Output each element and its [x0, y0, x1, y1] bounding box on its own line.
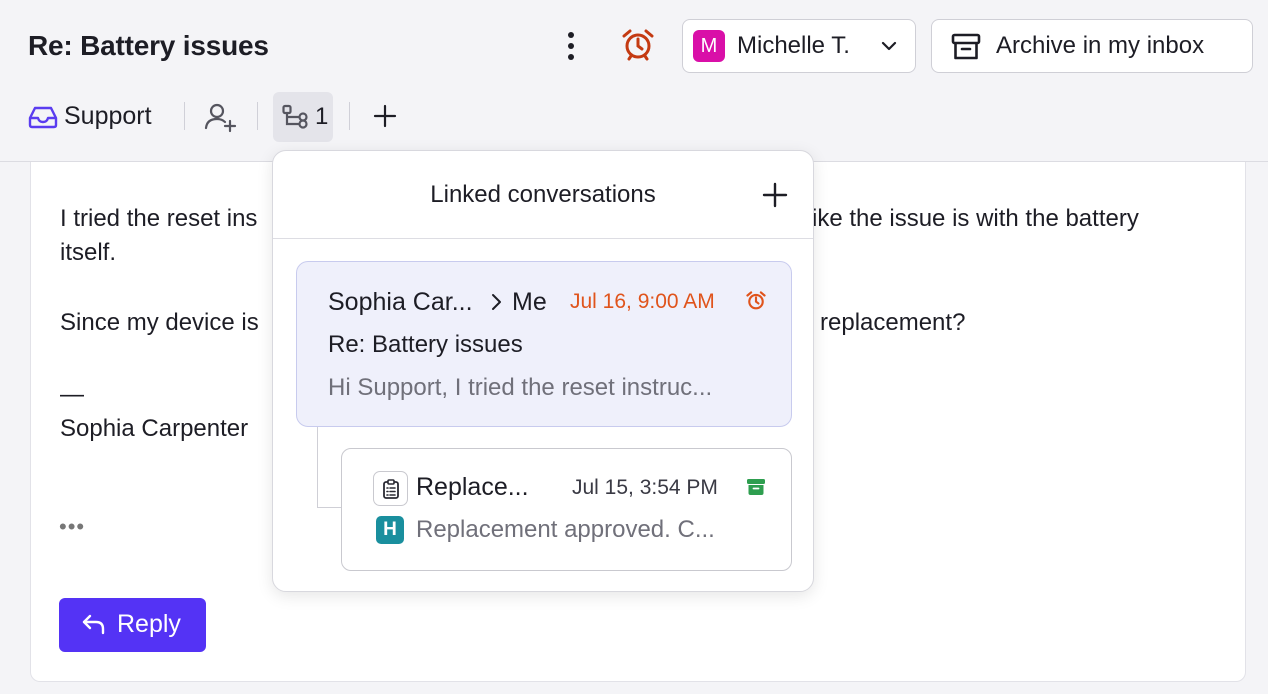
alarm-icon	[746, 291, 766, 310]
conversation-header: Re: Battery issues M Michelle T. Archive…	[0, 0, 1268, 162]
show-quoted-text-button[interactable]: •••	[59, 514, 85, 540]
assignee-name: Michelle T.	[737, 32, 850, 59]
conversation-title: Re: Battery issues	[28, 30, 269, 61]
conversation-title: Replace...	[416, 473, 529, 501]
linked-conversations-popover: Linked conversations Sophia Car... Me Ju…	[272, 150, 814, 592]
message-line: Since my device is	[60, 309, 259, 336]
popover-divider	[273, 238, 813, 239]
chevron-right-icon	[492, 294, 501, 310]
conversation-subject: Re: Battery issues	[328, 331, 523, 358]
toolbar-divider	[349, 102, 350, 130]
inbox-label: Support	[64, 102, 152, 130]
plus-icon	[373, 104, 397, 128]
assignee-avatar: M	[693, 30, 725, 62]
more-options-button[interactable]	[556, 28, 586, 64]
archive-button[interactable]: Archive in my inbox	[931, 19, 1253, 73]
conversation-preview: Hi Support, I tried the reset instruc...	[328, 374, 713, 401]
add-follower-button[interactable]	[204, 101, 238, 133]
linked-count: 1	[315, 103, 329, 130]
author-avatar: H	[376, 516, 404, 544]
toolbar-divider	[257, 102, 258, 130]
add-user-icon	[204, 103, 237, 133]
inbox-icon	[28, 106, 58, 129]
message-line: replacement?	[820, 309, 966, 336]
linked-conversation-item[interactable]: Sophia Car... Me Jul 16, 9:00 AM Re: Bat…	[296, 261, 792, 427]
conversation-date: Jul 16, 9:00 AM	[570, 290, 715, 313]
message-line: ike the issue is with the battery	[812, 205, 1139, 232]
archive-button-label: Archive in my inbox	[996, 32, 1205, 59]
message-line: itself.	[60, 239, 117, 266]
popover-title: Linked conversations	[430, 181, 656, 208]
conversation-from: Sophia Car...	[328, 288, 473, 316]
snooze-alarm-icon[interactable]	[620, 28, 658, 64]
conversation-to: Me	[512, 288, 547, 316]
conversation-preview: Replacement approved. C...	[416, 516, 715, 543]
conversation-date: Jul 15, 3:54 PM	[572, 476, 718, 499]
toolbar-divider	[184, 102, 185, 130]
assignee-dropdown[interactable]: M Michelle T.	[682, 19, 916, 73]
archive-icon	[951, 33, 981, 60]
message-line: I tried the reset ins	[60, 205, 258, 232]
reply-label: Reply	[117, 610, 181, 638]
add-link-button[interactable]	[761, 181, 789, 209]
signature-dash: —	[60, 381, 84, 408]
signature-name: Sophia Carpenter	[60, 415, 249, 442]
archived-icon	[747, 479, 765, 495]
add-button[interactable]	[370, 101, 400, 131]
chevron-down-icon	[881, 41, 897, 51]
reply-icon	[82, 614, 105, 635]
link-branch-icon	[282, 104, 308, 129]
linked-conversation-item[interactable]: Replace... Jul 15, 3:54 PM H Replacement…	[341, 448, 792, 571]
linked-conversations-button[interactable]: 1	[273, 92, 333, 142]
plus-icon	[762, 182, 788, 208]
reply-button[interactable]: Reply	[59, 598, 206, 652]
task-icon	[373, 471, 408, 506]
thread-connector	[317, 427, 343, 508]
